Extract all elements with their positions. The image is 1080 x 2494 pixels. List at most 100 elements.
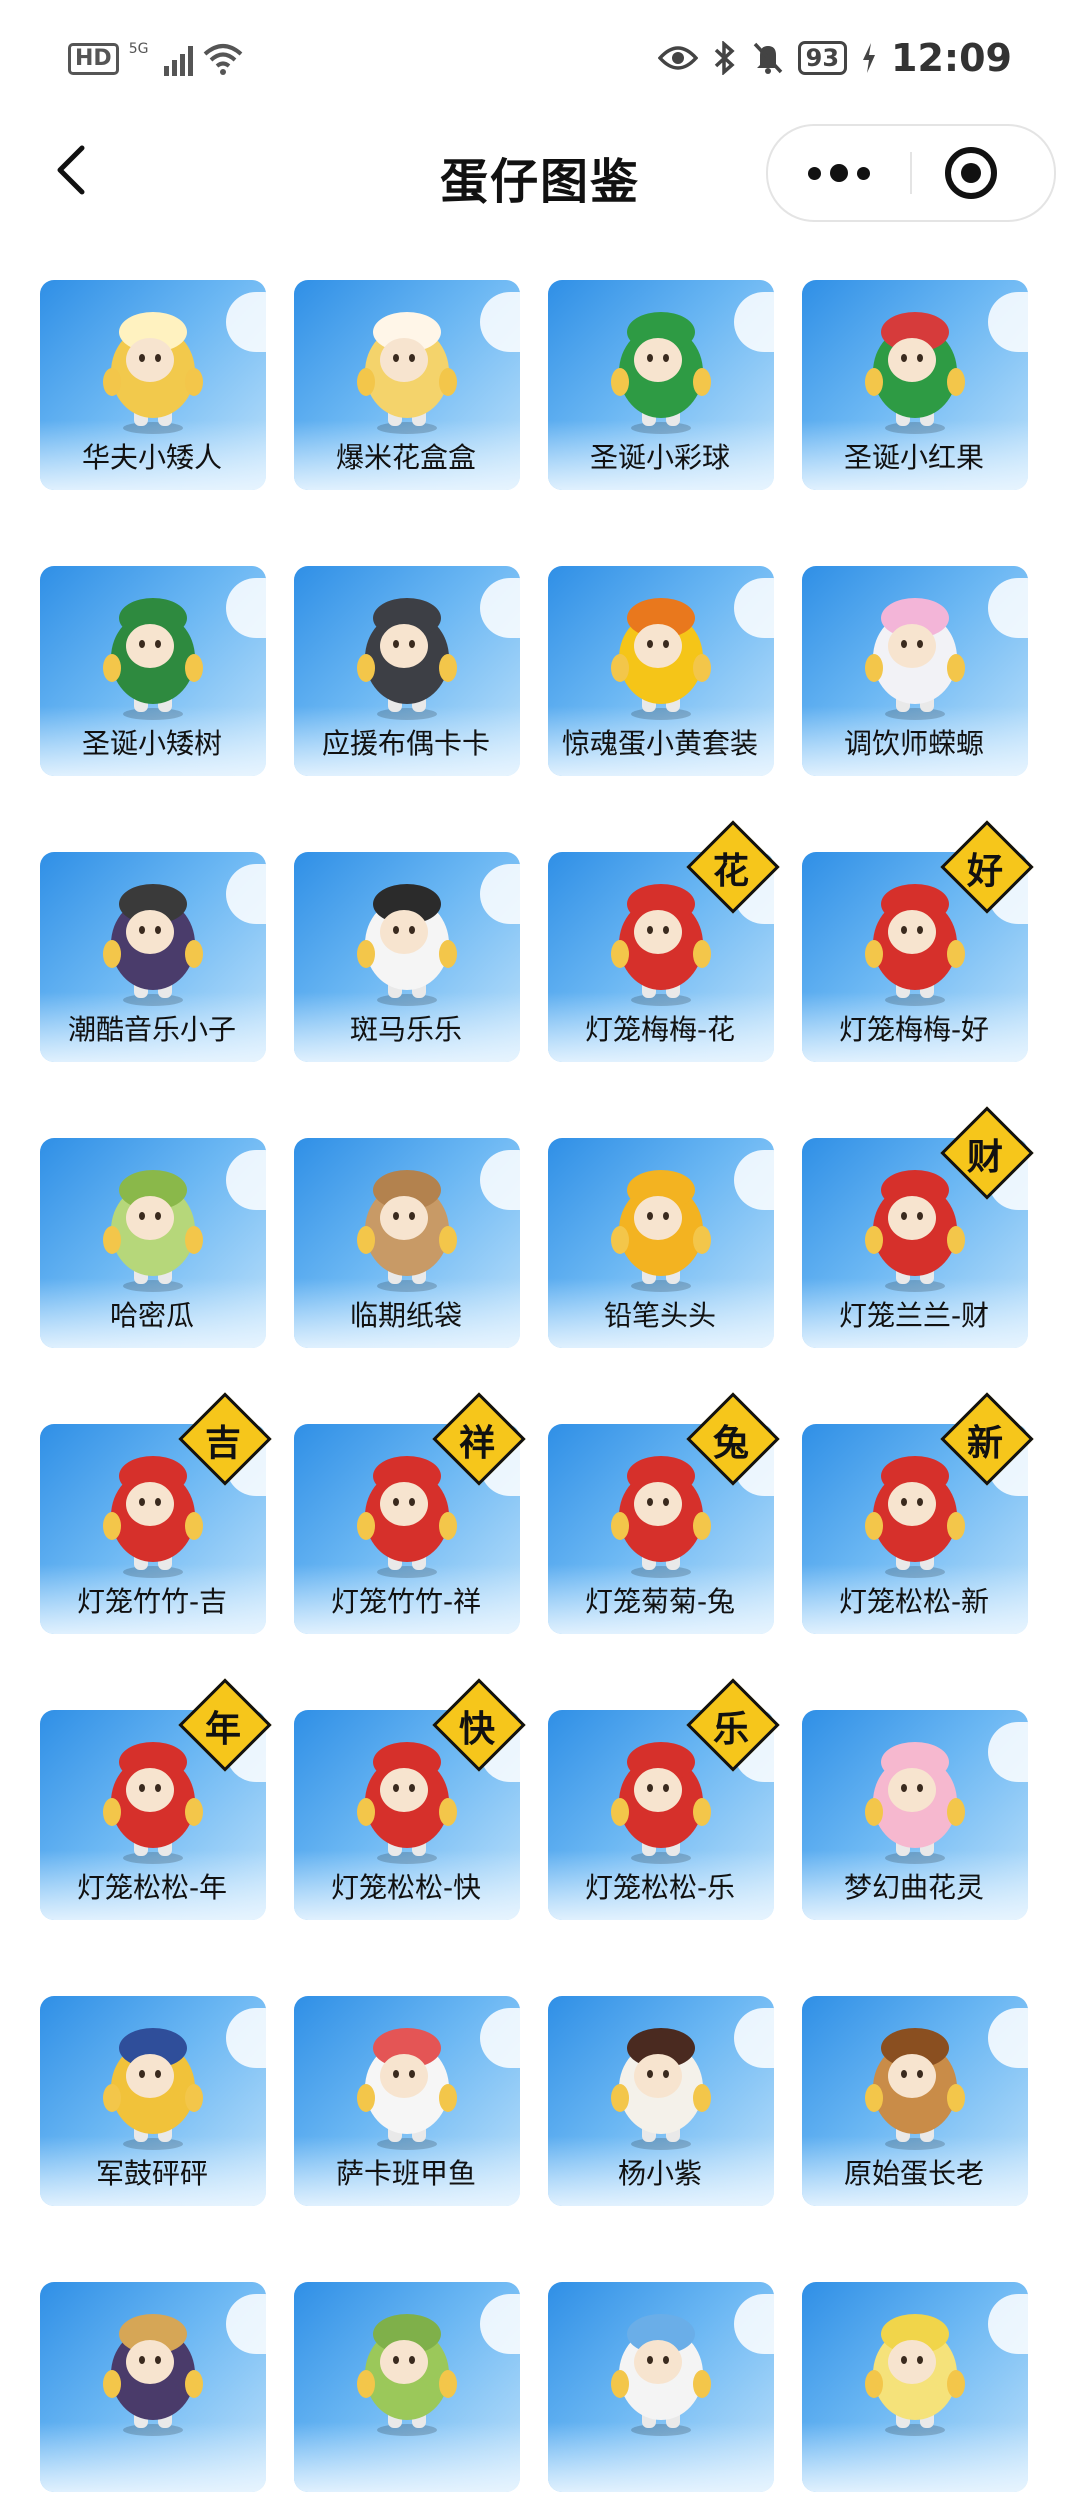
- character-avatar: [865, 2028, 965, 2150]
- mini-program-capsule: [766, 124, 1056, 222]
- lucky-tag-text: 乐: [712, 1708, 749, 1750]
- character-card[interactable]: 应援布偶卡卡: [286, 556, 520, 778]
- character-name: 灯笼竹竹-祥: [330, 1585, 482, 1618]
- signal-icon: [164, 42, 194, 76]
- character-avatar: [611, 1170, 711, 1292]
- more-icon[interactable]: [768, 126, 910, 220]
- character-card[interactable]: [540, 2272, 774, 2494]
- character-avatar: [865, 312, 965, 434]
- character-avatar: [865, 1742, 965, 1864]
- character-card[interactable]: 杨小紫: [540, 1986, 774, 2208]
- character-avatar: [865, 598, 965, 720]
- character-name: 灯笼松松-新: [838, 1585, 990, 1618]
- close-mini-program-icon[interactable]: [944, 146, 998, 200]
- character-name: 军鼓砰砰: [95, 2157, 208, 2190]
- character-card[interactable]: 调饮师蝾螈: [794, 556, 1028, 778]
- character-avatar: [357, 598, 457, 720]
- wifi-icon: [204, 44, 243, 75]
- network-type: 5G: [128, 41, 149, 57]
- character-card[interactable]: 乐灯笼松松-乐: [540, 1678, 780, 1922]
- character-name: 哈密瓜: [109, 1299, 194, 1332]
- character-card[interactable]: 铅笔头头: [540, 1128, 774, 1350]
- character-card[interactable]: 吉灯笼竹竹-吉: [32, 1392, 272, 1636]
- character-avatar: [611, 312, 711, 434]
- bluetooth-icon: [714, 41, 735, 75]
- character-name: 爆米花盒盒: [335, 441, 476, 474]
- character-name: 梦幻曲花灵: [843, 1871, 984, 1904]
- character-card[interactable]: 祥灯笼竹竹-祥: [286, 1392, 526, 1636]
- character-card[interactable]: 原始蛋长老: [794, 1986, 1028, 2208]
- character-card[interactable]: 花灯笼梅梅-花: [540, 820, 780, 1064]
- character-card[interactable]: 好灯笼梅梅-好: [794, 820, 1034, 1064]
- character-card[interactable]: 圣诞小矮树: [32, 556, 266, 778]
- lucky-tag-text: 好: [966, 850, 1003, 892]
- lucky-tag-text: 吉: [204, 1422, 241, 1464]
- character-name: 萨卡班甲鱼: [335, 2157, 476, 2190]
- character-name: 调饮师蝾螈: [843, 727, 984, 760]
- character-card[interactable]: 财灯笼兰兰-财: [794, 1106, 1034, 1350]
- battery-indicator: 93: [797, 41, 848, 75]
- character-avatar: [357, 1170, 457, 1292]
- lucky-tag-text: 花: [712, 850, 749, 892]
- character-card[interactable]: 年灯笼松松-年: [32, 1678, 272, 1922]
- lucky-tag-text: 年: [204, 1708, 241, 1750]
- character-name: 原始蛋长老: [843, 2157, 984, 2190]
- nav-bar: 蛋仔图鉴: [0, 120, 1080, 230]
- character-avatar: [357, 2314, 457, 2436]
- character-card[interactable]: 爆米花盒盒: [286, 270, 520, 492]
- lucky-tag-text: 快: [458, 1708, 495, 1750]
- lucky-tag-text: 兔: [712, 1422, 749, 1464]
- character-card[interactable]: 潮酷音乐小子: [32, 842, 266, 1064]
- character-card[interactable]: 萨卡班甲鱼: [286, 1986, 520, 2208]
- capsule-divider: [910, 152, 912, 194]
- character-card[interactable]: 临期纸袋: [286, 1128, 520, 1350]
- character-name: 圣诞小矮树: [81, 727, 222, 760]
- character-name: 灯笼松松-乐: [584, 1871, 736, 1904]
- character-card[interactable]: 圣诞小红果: [794, 270, 1028, 492]
- character-card[interactable]: 军鼓砰砰: [32, 1986, 266, 2208]
- character-avatar: [103, 2314, 203, 2436]
- status-bar: HD 5G 93 12:09: [0, 0, 1080, 120]
- character-name: 杨小紫: [617, 2157, 702, 2190]
- character-card[interactable]: 梦幻曲花灵: [794, 1700, 1028, 1922]
- character-name: 惊魂蛋小黄套装: [561, 727, 758, 760]
- character-name: 灯笼竹竹-吉: [76, 1585, 228, 1618]
- character-card[interactable]: 兔灯笼菊菊-兔: [540, 1392, 780, 1636]
- lucky-tag-text: 新: [966, 1422, 1003, 1464]
- character-name: 圣诞小红果: [843, 441, 984, 474]
- lucky-tag-text: 祥: [458, 1422, 495, 1464]
- character-name: 圣诞小彩球: [589, 441, 730, 474]
- character-avatar: [611, 598, 711, 720]
- character-avatar: [865, 2314, 965, 2436]
- character-card[interactable]: 哈密瓜: [32, 1128, 266, 1350]
- character-avatar: [357, 2028, 457, 2150]
- character-avatar: [357, 884, 457, 1006]
- character-name: 灯笼松松-快: [330, 1871, 482, 1904]
- character-card[interactable]: 华夫小矮人: [32, 270, 266, 492]
- mute-bell-icon: [753, 42, 782, 74]
- character-name: 灯笼梅梅-好: [838, 1013, 990, 1046]
- character-name: 临期纸袋: [349, 1299, 462, 1332]
- character-name: 铅笔头头: [603, 1299, 716, 1332]
- character-name: 灯笼梅梅-花: [584, 1013, 736, 1046]
- character-card[interactable]: 惊魂蛋小黄套装: [540, 556, 774, 778]
- eye-icon: [657, 46, 698, 70]
- character-name: 华夫小矮人: [81, 441, 222, 474]
- character-name: 灯笼菊菊-兔: [584, 1585, 736, 1618]
- character-avatar: [103, 2028, 203, 2150]
- character-avatar: [103, 312, 203, 434]
- lucky-tag-text: 财: [966, 1136, 1003, 1178]
- character-name: 斑马乐乐: [349, 1013, 462, 1046]
- character-name: 灯笼兰兰-财: [838, 1299, 990, 1332]
- character-card[interactable]: [794, 2272, 1028, 2494]
- character-card[interactable]: 快灯笼松松-快: [286, 1678, 526, 1922]
- character-name: 潮酷音乐小子: [67, 1013, 236, 1046]
- character-card[interactable]: 新灯笼松松-新: [794, 1392, 1034, 1636]
- clock: 12:09: [891, 36, 1012, 80]
- character-card[interactable]: 圣诞小彩球: [540, 270, 774, 492]
- character-avatar: [611, 2314, 711, 2436]
- character-card[interactable]: 斑马乐乐: [286, 842, 520, 1064]
- character-avatar: [357, 312, 457, 434]
- character-card[interactable]: [32, 2272, 266, 2494]
- character-card[interactable]: [286, 2272, 520, 2494]
